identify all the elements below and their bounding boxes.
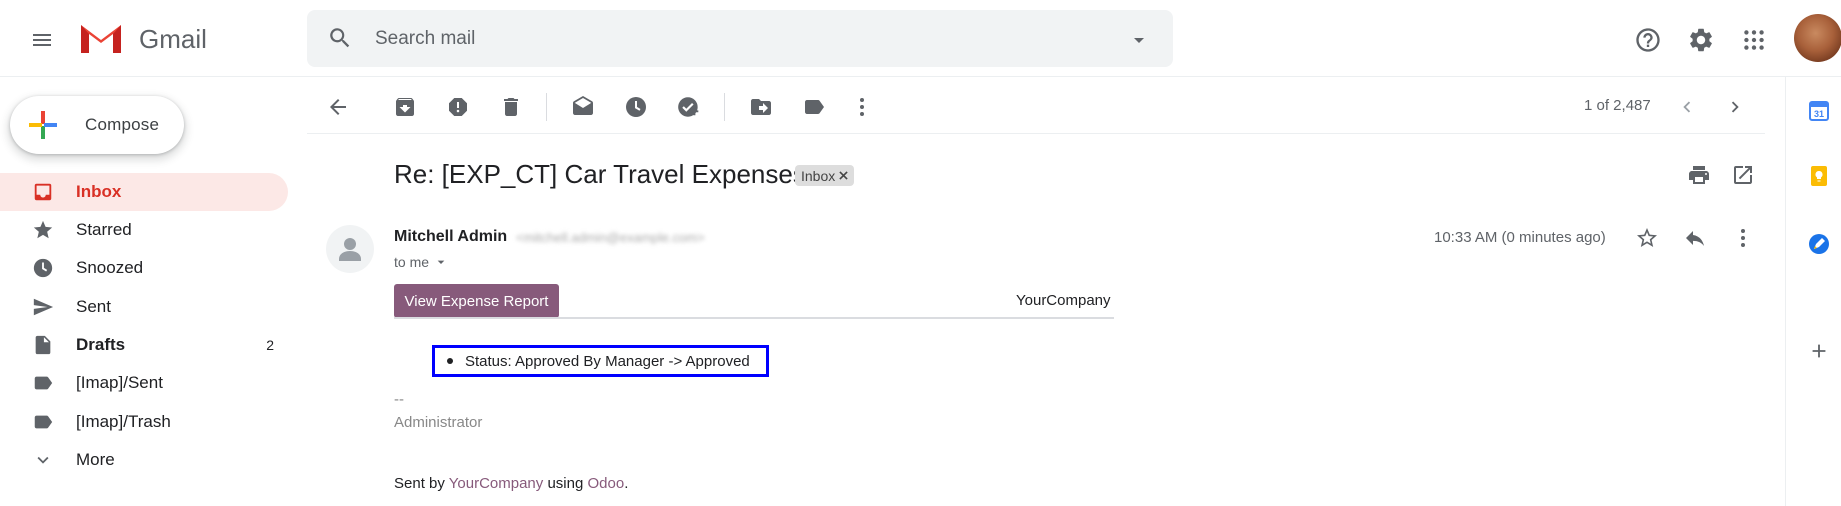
signature-separator: -- [394, 391, 404, 408]
chevron-right-icon[interactable] [1720, 92, 1750, 122]
print-icon[interactable] [1684, 160, 1714, 190]
mark-as-unread-icon[interactable] [568, 92, 598, 122]
sidebar-item-snoozed[interactable]: Snoozed [0, 249, 288, 287]
recipient-details[interactable]: to me [394, 254, 449, 270]
sidebar-item-label: Sent [76, 297, 111, 316]
report-spam-icon[interactable] [443, 92, 473, 122]
search-icon[interactable] [327, 25, 353, 51]
calendar-icon[interactable]: 31 [1804, 96, 1834, 126]
hamburger-menu-icon [33, 34, 51, 46]
apps-grid-icon[interactable] [1736, 22, 1772, 58]
toolbar-divider [724, 93, 725, 121]
star-outline-icon[interactable] [1632, 223, 1662, 253]
message-more-vert-icon[interactable] [1728, 223, 1758, 253]
footer-company-link[interactable]: YourCompany [449, 475, 544, 492]
reply-icon[interactable] [1680, 223, 1710, 253]
app-name: Gmail [139, 24, 207, 54]
drafts-count-badge: 2 [266, 337, 274, 353]
add-to-tasks-icon[interactable] [674, 92, 704, 122]
chevron-left-icon[interactable] [1672, 92, 1702, 122]
sidebar-item-more[interactable]: More [0, 441, 288, 479]
toolbar-divider-line [307, 133, 1765, 134]
snooze-clock-icon[interactable] [621, 92, 651, 122]
send-icon [31, 295, 55, 319]
settings-gear-icon[interactable] [1683, 22, 1719, 58]
footer-middle: using [543, 475, 588, 492]
help-icon[interactable] [1630, 22, 1666, 58]
side-panel [1785, 77, 1841, 506]
label-icon [31, 410, 55, 434]
archive-icon[interactable] [390, 92, 420, 122]
view-expense-report-button[interactable]: View Expense Report [394, 284, 559, 318]
label-icon [31, 371, 55, 395]
footer-prefix: Sent by [394, 475, 449, 492]
sidebar-item-label: More [76, 450, 115, 469]
sidebar-item-label: Inbox [76, 182, 122, 201]
open-in-new-window-icon[interactable] [1728, 160, 1758, 190]
body-divider [394, 317, 1114, 319]
company-name: YourCompany [1016, 292, 1111, 309]
remove-label-close-icon[interactable] [839, 171, 848, 180]
sidebar-item-label: [Imap]/Sent [76, 373, 163, 392]
inbox-icon [31, 180, 55, 204]
inbox-label-chip: Inbox [795, 165, 855, 186]
recipient-label: to me [394, 254, 430, 270]
search-bar[interactable]: Search mail [307, 10, 1173, 67]
add-addon-plus-icon[interactable] [1804, 336, 1834, 366]
move-to-folder-icon[interactable] [746, 92, 776, 122]
star-icon [31, 218, 55, 242]
sidebar-item-imap-sent[interactable]: [Imap]/Sent [0, 364, 288, 402]
sidebar-item-inbox[interactable]: Inbox [0, 173, 288, 211]
sidebar-item-imap-trash[interactable]: [Imap]/Trash [0, 403, 288, 441]
default-person-icon [339, 238, 361, 261]
account-avatar[interactable] [1794, 14, 1841, 62]
signature-name: Administrator [394, 414, 483, 431]
sidebar-item-drafts[interactable]: Drafts 2 [0, 326, 288, 364]
sidebar-item-starred[interactable]: Starred [0, 211, 288, 249]
sent-by-footer: Sent by YourCompany using Odoo. [394, 475, 628, 492]
sender-email: <mitchell.admin@example.com> [516, 230, 705, 245]
sidebar-item-label: Starred [76, 220, 132, 239]
compose-label: Compose [85, 115, 160, 134]
draft-icon [31, 333, 55, 357]
sidebar-item-label: Drafts [76, 335, 126, 354]
clock-icon [31, 256, 55, 280]
main-menu-button[interactable] [20, 18, 64, 62]
keep-notes-icon[interactable] [1804, 161, 1834, 191]
label-tag-icon[interactable] [799, 92, 829, 122]
sidebar-item-label: Snoozed [76, 258, 144, 277]
compose-plus-icon [29, 111, 57, 139]
footer-suffix: . [624, 475, 629, 492]
chevron-down-icon [31, 448, 55, 472]
more-vert-icon[interactable] [847, 92, 877, 122]
status-highlight-box: Status: Approved By Manager -> Approved [432, 345, 769, 377]
toolbar-divider [546, 93, 547, 121]
pagination-count: 1 of 2,487 [1584, 97, 1651, 114]
sender-avatar [326, 225, 374, 273]
email-subject: Re: [EXP_CT] Car Travel Expenses [394, 159, 806, 189]
back-arrow-icon[interactable] [323, 92, 353, 122]
gmail-logo-icon[interactable] [78, 19, 124, 55]
delete-trash-icon[interactable] [496, 92, 526, 122]
sidebar-item-sent[interactable]: Sent [0, 288, 288, 326]
svg-text:31: 31 [1814, 109, 1824, 119]
search-options-dropdown-icon[interactable] [1127, 28, 1151, 52]
label-chip-text: Inbox [801, 167, 836, 184]
bullet-point [447, 358, 453, 364]
status-change-text: Status: Approved By Manager -> Approved [465, 352, 750, 370]
compose-button[interactable]: Compose [10, 96, 184, 154]
sidebar-item-label: [Imap]/Trash [76, 412, 171, 431]
top-bar: Gmail Search mail [0, 0, 1841, 77]
search-input[interactable]: Search mail [375, 28, 475, 50]
sender-name[interactable]: Mitchell Admin [394, 228, 507, 246]
footer-odoo-link[interactable]: Odoo [587, 475, 624, 492]
message-timestamp: 10:33 AM (0 minutes ago) [1434, 229, 1606, 246]
show-details-dropdown-icon[interactable] [433, 254, 449, 270]
tasks-icon[interactable] [1804, 229, 1834, 259]
